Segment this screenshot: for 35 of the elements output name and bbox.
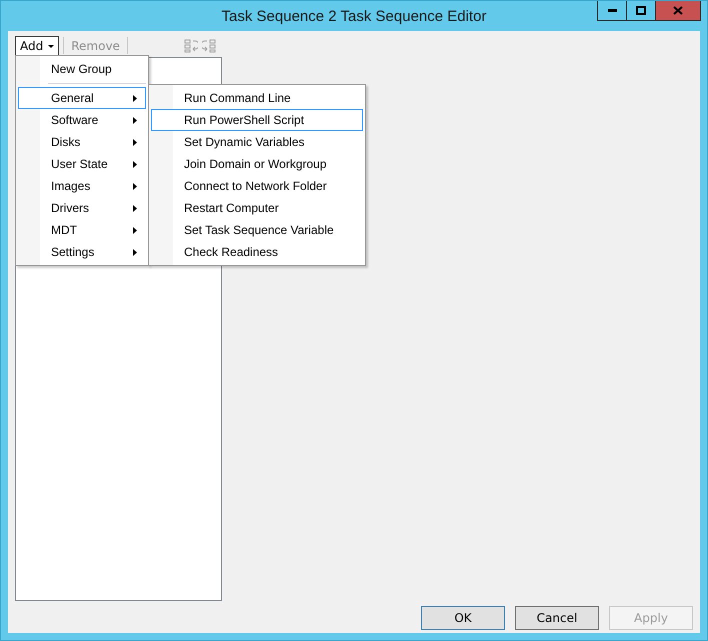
menu-item[interactable]: User State — [18, 153, 146, 175]
caret-icon — [48, 44, 54, 48]
add-button[interactable]: Add — [15, 36, 60, 56]
menu-item[interactable]: General — [18, 87, 146, 109]
menu-item[interactable]: Check Readiness — [151, 241, 363, 263]
submenu-arrow-icon — [133, 116, 137, 124]
maximize-icon — [636, 6, 646, 15]
menu-item[interactable]: Set Dynamic Variables — [151, 131, 363, 153]
menu-item[interactable]: Connect to Network Folder — [151, 175, 363, 197]
menu-item[interactable]: Disks — [18, 131, 146, 153]
window-title: Task Sequence 2 Task Sequence Editor — [222, 8, 486, 24]
close-button[interactable] — [655, 1, 701, 21]
menu-item[interactable]: Settings — [18, 241, 146, 263]
menu-item[interactable]: Join Domain or Workgroup — [151, 153, 363, 175]
submenu-arrow-icon — [133, 182, 137, 190]
menu-item[interactable]: New Group — [18, 58, 146, 80]
minimize-icon — [608, 9, 616, 12]
menu-item[interactable]: Set Task Sequence Variable — [151, 219, 363, 241]
menu-item[interactable]: Software — [18, 109, 146, 131]
menu-item[interactable]: MDT — [18, 219, 146, 241]
submenu-arrow-icon — [133, 204, 137, 212]
dialog-button[interactable]: Cancel — [515, 606, 599, 630]
submenu-arrow-icon — [133, 138, 137, 146]
submenu-arrow-icon — [133, 94, 137, 102]
submenu-arrow-icon — [133, 160, 137, 168]
menu-item[interactable]: Restart Computer — [151, 197, 363, 219]
minimize-button[interactable] — [597, 1, 627, 21]
submenu-arrow-icon — [133, 248, 137, 256]
close-icon — [673, 6, 683, 15]
menu-item[interactable]: Run Command Line — [151, 87, 363, 109]
submenu-arrow-icon — [133, 226, 137, 234]
menu-item[interactable]: Run PowerShell Script — [151, 109, 363, 131]
dialog-button[interactable]: OK — [421, 606, 505, 630]
menu-item[interactable]: Drivers — [18, 197, 146, 219]
menu-item[interactable]: Images — [18, 175, 146, 197]
